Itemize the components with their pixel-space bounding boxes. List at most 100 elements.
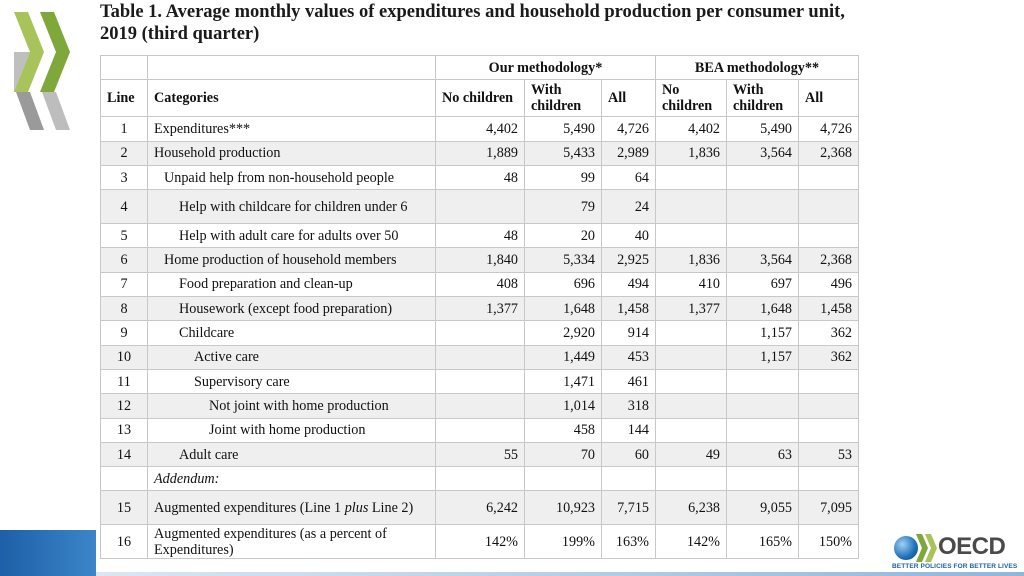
- value-cell: 20: [524, 223, 602, 249]
- line-number: 7: [100, 271, 148, 298]
- category-label: Augmented expenditures (Line 1 plus Line…: [147, 490, 436, 526]
- value-cell: 318: [601, 393, 656, 419]
- value-cell: 362: [798, 344, 859, 370]
- value-cell: [655, 393, 727, 419]
- header-no-children: No children: [435, 79, 525, 118]
- oecd-logo: OECD BETTER POLICIES FOR BETTER LIVES: [880, 530, 1020, 576]
- value-cell: 408: [435, 271, 525, 298]
- value-cell: 99: [524, 164, 602, 191]
- value-cell: 1,889: [435, 140, 525, 166]
- value-cell: [435, 417, 525, 443]
- value-cell: 4,726: [798, 116, 859, 142]
- value-cell: 144: [601, 417, 656, 443]
- category-label: Help with childcare for children under 6: [147, 189, 436, 225]
- value-cell: 55: [435, 441, 525, 468]
- category-label: Home production of household members: [147, 247, 436, 273]
- addendum-row: Addendum:: [100, 466, 859, 492]
- table-row: 1 Expenditures*** 4,402 5,490 4,726 4,402 5,49…: [100, 116, 859, 142]
- value-cell: 1,014: [524, 393, 602, 419]
- value-cell: 53: [798, 441, 859, 468]
- addendum-label: Addendum:: [147, 466, 436, 492]
- category-label: Adult care: [147, 441, 436, 468]
- value-cell: 10,923: [524, 490, 602, 526]
- value-cell: 6,242: [435, 490, 525, 526]
- value-cell: 4,402: [435, 116, 525, 142]
- value-cell: [798, 368, 859, 395]
- value-cell: 2,989: [601, 140, 656, 166]
- header-blank: [147, 54, 436, 81]
- line-number: 13: [100, 417, 148, 443]
- value-cell: [726, 393, 799, 419]
- value-cell: [435, 368, 525, 395]
- value-cell: 199%: [524, 524, 602, 560]
- line-number: 14: [100, 441, 148, 468]
- value-cell: 362: [798, 320, 859, 346]
- value-cell: 142%: [655, 524, 727, 560]
- header-all: All: [798, 79, 859, 118]
- value-cell: 1,458: [601, 296, 656, 322]
- line-number: 1: [100, 116, 148, 142]
- header-all: All: [601, 79, 656, 118]
- value-cell: [655, 164, 727, 191]
- value-cell: 24: [601, 189, 656, 225]
- value-cell: [798, 393, 859, 419]
- value-cell: 496: [798, 271, 859, 298]
- category-label: Active care: [147, 344, 436, 370]
- value-cell: 3,564: [726, 247, 799, 273]
- value-cell: 1,471: [524, 368, 602, 395]
- value-cell: [435, 344, 525, 370]
- value-cell: 1,157: [726, 344, 799, 370]
- header-group-ours: Our methodology*: [435, 54, 656, 81]
- value-cell: 1,648: [524, 296, 602, 322]
- value-cell: 5,334: [524, 247, 602, 273]
- value-cell: 696: [524, 271, 602, 298]
- table-row: 15 Augmented expenditures (Line 1 plus L…: [100, 490, 859, 526]
- value-cell: 40: [601, 223, 656, 249]
- line-number: 11: [100, 368, 148, 395]
- line-number: 9: [100, 320, 148, 346]
- category-label: Housework (except food preparation): [147, 296, 436, 322]
- header-group-bea: BEA methodology**: [655, 54, 859, 81]
- logo-text: OECD: [938, 533, 1006, 560]
- value-cell: 5,490: [524, 116, 602, 142]
- category-label: Expenditures***: [147, 116, 436, 142]
- line-number: 10: [100, 344, 148, 370]
- header-with-children: With children: [524, 79, 602, 118]
- value-cell: 2,368: [798, 247, 859, 273]
- value-cell: 60: [601, 441, 656, 468]
- category-label: Augmented expenditures (as a percent of …: [147, 524, 436, 560]
- table-row: 13 Joint with home production 458 144: [100, 417, 859, 443]
- value-cell: 3,564: [726, 140, 799, 166]
- value-cell: 2,368: [798, 140, 859, 166]
- value-cell: 2,920: [524, 320, 602, 346]
- category-label: Help with adult care for adults over 50: [147, 223, 436, 249]
- oecd-chevron-icon: [14, 12, 70, 130]
- logo-tagline: BETTER POLICIES FOR BETTER LIVES: [892, 563, 1018, 570]
- value-cell: [655, 368, 727, 395]
- value-cell: 142%: [435, 524, 525, 560]
- value-cell: [655, 189, 727, 225]
- value-cell: 6,238: [655, 490, 727, 526]
- header-no-children: No children: [655, 79, 727, 118]
- value-cell: 2,925: [601, 247, 656, 273]
- value-cell: [726, 189, 799, 225]
- line-number: 16: [100, 524, 148, 560]
- value-cell: 9,055: [726, 490, 799, 526]
- value-cell: 165%: [726, 524, 799, 560]
- value-cell: [798, 223, 859, 249]
- value-cell: [726, 368, 799, 395]
- value-cell: 1,458: [798, 296, 859, 322]
- value-cell: [655, 223, 727, 249]
- header-blank: [100, 54, 148, 81]
- value-cell: 5,433: [524, 140, 602, 166]
- value-cell: 48: [435, 164, 525, 191]
- value-cell: [435, 189, 525, 225]
- bottom-accent-bar: [0, 530, 96, 576]
- value-cell: 1,836: [655, 140, 727, 166]
- value-cell: [726, 223, 799, 249]
- table-row: 12 Not joint with home production 1,014 318: [100, 393, 859, 419]
- value-cell: 1,449: [524, 344, 602, 370]
- line-number: 6: [100, 247, 148, 273]
- value-cell: 1,836: [655, 247, 727, 273]
- table-row: 6 Home production of household members 1,8…: [100, 247, 859, 273]
